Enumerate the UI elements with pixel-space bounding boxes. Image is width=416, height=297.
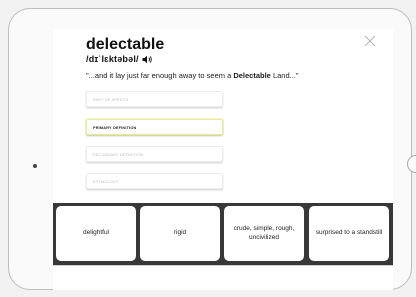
example-text-after: Land..." — [270, 71, 299, 80]
speaker-icon[interactable] — [142, 55, 153, 64]
answer-choice[interactable]: delightful — [56, 206, 136, 261]
front-camera — [33, 164, 37, 168]
example-highlight: Delectable — [233, 71, 271, 80]
field-primary-definition[interactable]: PRIMARY DEFINITION — [86, 119, 223, 135]
example-text-before: "...and it lay just far enough away to s… — [86, 71, 234, 80]
answer-tray: delightful rigid crude, simple, rough, u… — [53, 203, 393, 265]
answer-choice[interactable]: rigid — [140, 206, 220, 261]
divider — [53, 265, 393, 266]
answer-choice[interactable]: crude, simple, rough, uncivilized — [224, 206, 304, 261]
field-secondary-definition[interactable]: SECONDARY DEFINITION — [86, 146, 223, 162]
field-part-of-speech[interactable]: PART OF SPEECH — [86, 91, 223, 107]
pronunciation: /dɪˈlɛktəbəl/ — [86, 54, 139, 64]
field-etymology[interactable]: ETYMOLOGY — [86, 173, 223, 189]
close-icon[interactable] — [364, 35, 376, 47]
home-button[interactable] — [407, 155, 416, 173]
quiz-screen: delectable /dɪˈlɛktəbəl/ "...and it lay … — [53, 29, 393, 290]
tablet-frame: delectable /dɪˈlɛktəbəl/ "...and it lay … — [8, 8, 416, 290]
answer-choice[interactable]: surprised to a standstill — [309, 206, 389, 261]
vocab-word: delectable — [86, 36, 165, 53]
pronunciation-row: /dɪˈlɛktəbəl/ — [86, 54, 153, 64]
example-sentence: "...and it lay just far enough away to s… — [86, 71, 299, 80]
